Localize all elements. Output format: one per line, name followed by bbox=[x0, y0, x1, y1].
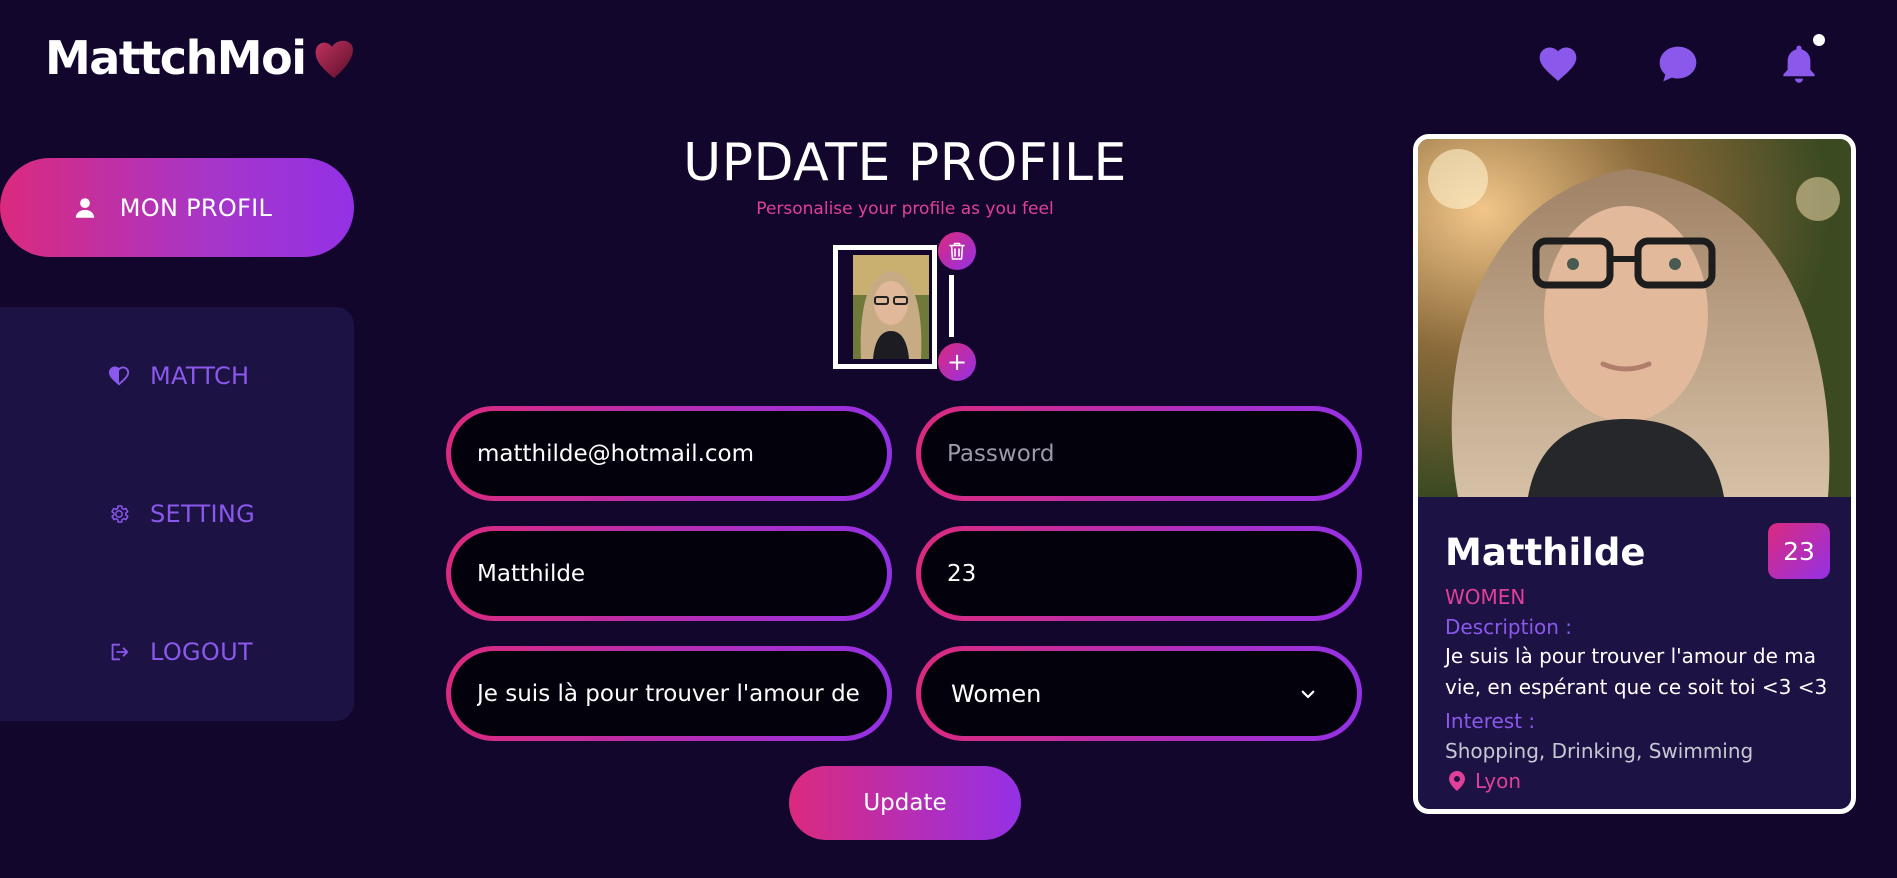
page-subtitle: Personalise your profile as you feel bbox=[756, 199, 1054, 219]
app-logo-text: MattchMoi bbox=[45, 31, 307, 85]
sidebar-item-label: MATTCH bbox=[150, 362, 250, 390]
sidebar-item-mattch[interactable]: MATTCH bbox=[108, 362, 249, 390]
chevron-down-icon bbox=[1301, 690, 1315, 698]
card-age-badge: 23 bbox=[1768, 523, 1830, 579]
notifications-bell-icon[interactable] bbox=[1777, 34, 1825, 86]
chat-icon[interactable] bbox=[1656, 42, 1700, 86]
age-field bbox=[916, 526, 1362, 621]
logout-icon bbox=[111, 643, 129, 661]
add-photo-button[interactable]: + bbox=[938, 343, 976, 381]
delete-photo-button[interactable] bbox=[938, 232, 976, 270]
card-interest-label: Interest : bbox=[1445, 709, 1536, 733]
heart-shield-icon bbox=[108, 366, 130, 386]
gear-icon bbox=[111, 505, 129, 523]
age-input[interactable] bbox=[947, 560, 1331, 587]
description-field bbox=[446, 646, 892, 741]
sidebar-item-logout[interactable]: LOGOUT bbox=[108, 638, 253, 666]
card-location-text: Lyon bbox=[1475, 769, 1522, 793]
gender-select[interactable]: Women bbox=[916, 646, 1362, 741]
sidebar-item-label: LOGOUT bbox=[150, 638, 253, 666]
card-location: Lyon bbox=[1445, 769, 1521, 793]
card-description: Je suis là pour trouver l'amour de ma vi… bbox=[1445, 644, 1828, 699]
user-icon bbox=[75, 197, 94, 218]
logo-heart-icon bbox=[316, 40, 354, 78]
profile-preview-card: Matthilde 23 WOMEN Description : Je suis… bbox=[1413, 134, 1856, 814]
password-field bbox=[916, 406, 1362, 501]
password-input[interactable] bbox=[947, 440, 1331, 467]
location-pin-icon bbox=[1449, 771, 1465, 791]
sidebar-item-label: MON PROFIL bbox=[119, 193, 273, 222]
card-name: Matthilde bbox=[1445, 531, 1646, 574]
app-logo[interactable]: MattchMoi bbox=[45, 34, 357, 82]
favorites-heart-icon[interactable] bbox=[1536, 42, 1580, 86]
profile-photo bbox=[1418, 139, 1851, 497]
sidebar-item-setting[interactable]: SETTING bbox=[108, 500, 255, 528]
profile-thumbnail bbox=[853, 255, 929, 359]
update-button[interactable]: Update bbox=[789, 766, 1021, 840]
photo-slot-edge bbox=[949, 275, 954, 337]
name-field bbox=[446, 526, 892, 621]
gender-select-value: Women bbox=[951, 679, 1042, 708]
sidebar-item-label: SETTING bbox=[150, 500, 256, 528]
app-root: MattchMoi MON PROFIL MATTCH SETTING LOGO… bbox=[0, 0, 1897, 878]
email-input[interactable] bbox=[477, 440, 861, 467]
description-input[interactable] bbox=[477, 680, 861, 707]
notification-dot bbox=[1813, 34, 1825, 46]
card-description-label: Description : bbox=[1445, 615, 1573, 639]
page-title: UPDATE PROFILE bbox=[683, 133, 1127, 193]
sidebar-item-mon-profil[interactable]: MON PROFIL bbox=[0, 158, 354, 257]
trash-icon bbox=[949, 242, 965, 260]
card-interests: Shopping, Drinking, Swimming bbox=[1445, 739, 1754, 763]
photo-editor bbox=[833, 245, 957, 369]
email-field bbox=[446, 406, 892, 501]
card-gender: WOMEN bbox=[1445, 585, 1526, 609]
name-input[interactable] bbox=[477, 560, 861, 587]
